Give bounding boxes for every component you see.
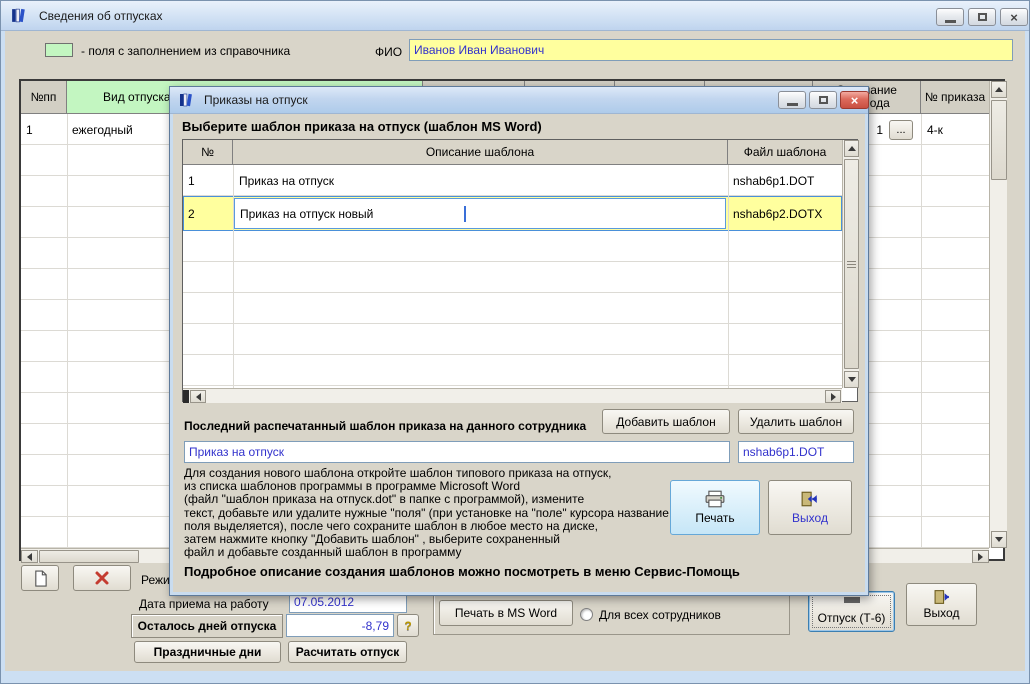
close-icon: × xyxy=(851,94,859,107)
close-icon: × xyxy=(1010,11,1018,24)
cell-npp: 1 xyxy=(21,114,67,145)
maximize-button[interactable] xyxy=(968,8,996,26)
door-exit-icon xyxy=(934,589,951,605)
empty-rows xyxy=(183,231,842,388)
dialog-maximize-button[interactable] xyxy=(809,91,837,109)
legend-label: - поля с заполнением из справочника xyxy=(81,44,290,58)
col-description: Описание шаблона xyxy=(233,140,728,165)
maximize-icon xyxy=(978,13,987,21)
vscroll-thumb[interactable] xyxy=(991,100,1007,180)
add-template-button[interactable]: Добавить шаблон xyxy=(602,409,730,434)
orders-dialog: Приказы на отпуск × Выберите шаблон прик… xyxy=(169,86,869,596)
delete-record-button[interactable] xyxy=(73,565,131,591)
minimize-icon xyxy=(945,20,956,23)
text-caret xyxy=(464,206,466,222)
cell-file: nshab6p1.DOT xyxy=(728,165,842,196)
scroll-right-icon xyxy=(978,553,983,561)
books-icon xyxy=(178,92,194,108)
main-exit-button[interactable]: Выход xyxy=(906,583,977,626)
help-button[interactable]: ? xyxy=(397,614,419,637)
window-frame-bottom xyxy=(1,671,1030,684)
print-button[interactable]: Печать xyxy=(670,480,760,535)
question-icon: ? xyxy=(404,619,411,633)
col-npp: №пп xyxy=(21,81,67,114)
cell-num: 2 xyxy=(183,196,233,231)
scroll-left-icon xyxy=(27,553,32,561)
template-desc-edit[interactable]: Приказ на отпуск новый xyxy=(234,198,726,229)
delete-template-button[interactable]: Удалить шаблон xyxy=(738,409,854,434)
last-desc-field[interactable]: Приказ на отпуск xyxy=(184,441,730,463)
hire-date-label: Дата приема на работу xyxy=(139,597,269,611)
scroll-up-icon xyxy=(995,87,1003,92)
minimize-icon xyxy=(787,103,798,106)
dialog-close-button[interactable]: × xyxy=(840,91,869,109)
books-icon xyxy=(10,7,27,24)
dialog-exit-button[interactable]: Выход xyxy=(768,480,852,535)
scroll-right-button[interactable] xyxy=(972,550,989,563)
scroll-down-icon xyxy=(995,537,1003,542)
dialog-heading: Выберите шаблон приказа на отпуск (шабло… xyxy=(182,119,542,134)
main-window: Сведения об отпусках × - поля с заполнен… xyxy=(0,0,1030,684)
scroll-down-button[interactable] xyxy=(844,371,859,388)
print-word-button[interactable]: Печать в MS Word xyxy=(439,600,573,626)
all-employees-label: Для всех сотрудников xyxy=(599,608,721,622)
window-title: Сведения об отпусках xyxy=(39,9,163,23)
new-record-button[interactable] xyxy=(21,565,59,591)
otpusk-t6-button[interactable]: Отпуск (Т-6) xyxy=(808,591,895,632)
ellipsis-button[interactable]: ... xyxy=(889,120,913,140)
col-order-number: № приказа xyxy=(921,81,989,114)
scroll-down-icon xyxy=(848,377,856,382)
cell-file: nshab6p2.DOTX xyxy=(728,196,842,231)
table-vscrollbar[interactable] xyxy=(989,81,1007,548)
scroll-up-button[interactable] xyxy=(991,81,1007,98)
col-file: Файл шаблона xyxy=(728,140,842,165)
note: Подробное описание создания шаблонов мож… xyxy=(184,564,740,579)
door-exit-icon xyxy=(801,491,819,507)
days-left-label: Осталось дней отпуска xyxy=(131,614,283,638)
last-printed-label: Последний распечатанный шаблон приказа н… xyxy=(184,419,586,433)
templates-table: № Описание шаблона Файл шаблона 1 Приказ… xyxy=(182,139,858,402)
dialog-vscrollbar[interactable] xyxy=(842,140,859,388)
cell-num: 1 xyxy=(183,165,233,196)
scroll-right-button[interactable] xyxy=(825,390,841,403)
close-button[interactable]: × xyxy=(1000,8,1028,26)
dialog-minimize-button[interactable] xyxy=(778,91,806,109)
fio-label: ФИО xyxy=(375,45,402,59)
col-num: № xyxy=(183,140,233,165)
dialog-hscrollbar[interactable] xyxy=(183,388,842,403)
hscroll-thumb[interactable] xyxy=(39,550,139,563)
printer-icon xyxy=(705,490,725,508)
scroll-right-icon xyxy=(831,393,836,401)
dialog-title: Приказы на отпуск xyxy=(204,93,308,107)
fio-field[interactable]: Иванов Иван Иванович xyxy=(409,39,1013,61)
cell-desc: Приказ на отпуск xyxy=(233,165,728,196)
main-titlebar: Сведения об отпусках × xyxy=(1,1,1029,31)
last-file-field[interactable]: nshab6p1.DOT xyxy=(738,441,854,463)
hscroll-thumb[interactable] xyxy=(183,390,189,403)
maximize-icon xyxy=(819,96,828,104)
window-frame-left xyxy=(1,31,5,684)
legend-swatch xyxy=(45,43,73,57)
calculate-button[interactable]: Расчитать отпуск xyxy=(288,641,407,663)
days-left-field[interactable]: -8,79 xyxy=(286,614,394,637)
window-frame-right xyxy=(1025,31,1030,684)
vscroll-thumb[interactable] xyxy=(844,159,859,369)
cell-order: 4-к xyxy=(921,114,989,145)
holidays-button[interactable]: Праздничные дни xyxy=(134,641,281,663)
minimize-button[interactable] xyxy=(936,8,964,26)
scroll-up-icon xyxy=(848,146,856,151)
scroll-left-button[interactable] xyxy=(21,550,38,563)
all-employees-radio[interactable] xyxy=(580,608,593,621)
scroll-down-button[interactable] xyxy=(991,531,1007,548)
template-row-selected[interactable]: 2 Приказ на отпуск новый nshab6p2.DOTX xyxy=(183,196,842,231)
dialog-titlebar: Приказы на отпуск × xyxy=(170,87,868,114)
scroll-left-button[interactable] xyxy=(190,390,206,403)
scroll-left-icon xyxy=(196,393,201,401)
scroll-up-button[interactable] xyxy=(844,140,859,157)
template-row[interactable]: 1 Приказ на отпуск nshab6p1.DOT xyxy=(183,165,842,196)
new-document-icon xyxy=(33,570,48,587)
delete-x-icon xyxy=(94,570,110,586)
